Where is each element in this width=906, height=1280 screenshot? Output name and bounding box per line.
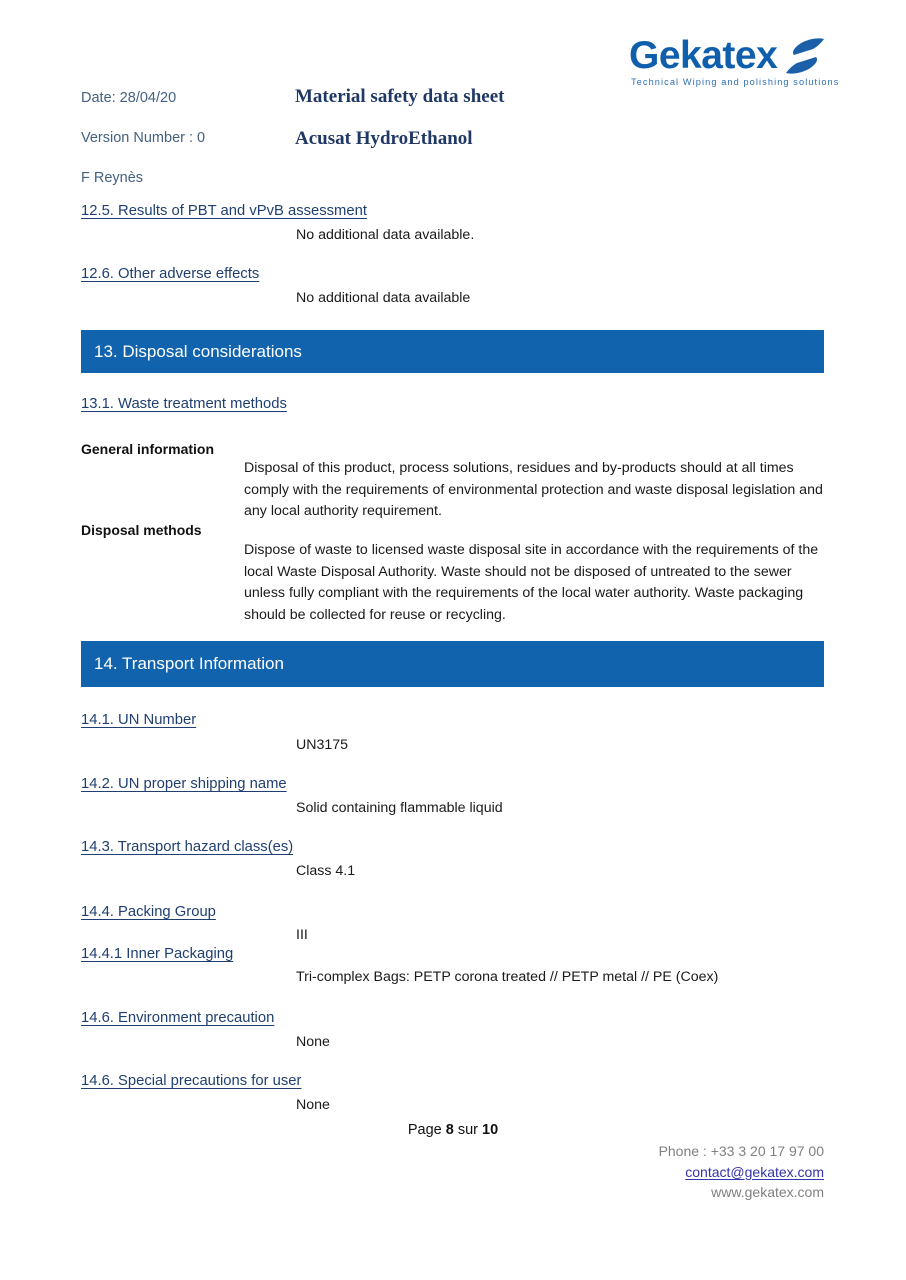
page-prefix: Page [407, 1122, 446, 1138]
heading-13-1[interactable]: 13.1. Waste treatment methods [81, 396, 287, 412]
body-14-2: Solid containing flammable liquid [296, 800, 503, 816]
gekatex-logo: Gekatex Technical Wiping and polishing s… [629, 34, 838, 96]
page-current: 8 [445, 1122, 454, 1138]
page-total: 10 [482, 1122, 499, 1138]
heading-14-3[interactable]: 14.3. Transport hazard class(es) [81, 839, 293, 855]
document-date: Date: 28/04/20 [81, 90, 177, 106]
page-number: Page 8 sur 10 [0, 1122, 906, 1138]
label-general-information: General information [81, 441, 215, 457]
footer-phone: Phone : +33 3 20 17 97 00 [658, 1143, 824, 1159]
body-14-6-special: None [296, 1097, 330, 1113]
logo-tagline: Technical Wiping and polishing solutions [631, 77, 840, 87]
footer-contact-block: Phone : +33 3 20 17 97 00 contact@gekate… [659, 1141, 824, 1203]
header-meta-column: Date: 28/04/20 Version Number : 0 F Reyn… [81, 78, 281, 198]
heading-14-6-special[interactable]: 14.6. Special precautions for user [81, 1073, 301, 1089]
heading-14-6-environment[interactable]: 14.6. Environment precaution [81, 1010, 274, 1026]
heading-14-2[interactable]: 14.2. UN proper shipping name [81, 776, 287, 792]
document-header: Date: 28/04/20 Version Number : 0 F Reyn… [81, 34, 838, 189]
section-band-14: 14. Transport Information [81, 641, 824, 687]
label-disposal-methods: Disposal methods [81, 522, 202, 538]
body-12-5: No additional data available. [296, 227, 475, 243]
heading-14-4[interactable]: 14.4. Packing Group [81, 904, 216, 920]
document-author: F Reynès [81, 170, 144, 186]
header-title-column: Material safety data sheet Acusat HydroE… [295, 76, 625, 160]
heading-14-1[interactable]: 14.1. UN Number [81, 712, 196, 728]
gekatex-swoosh-icon [783, 36, 827, 76]
body-12-6: No additional data available [296, 290, 471, 306]
text-general-information: Disposal of this product, process soluti… [244, 460, 823, 519]
body-14-3: Class 4.1 [296, 863, 356, 879]
body-14-4: III [296, 927, 308, 943]
body-14-6-environment: None [296, 1034, 330, 1050]
logo-wordmark: Gekatex [629, 34, 778, 77]
msds-page: Date: 28/04/20 Version Number : 0 F Reyn… [0, 0, 906, 1280]
heading-12-5[interactable]: 12.5. Results of PBT and vPvB assessment [81, 203, 367, 219]
text-disposal-methods: Dispose of waste to licensed waste dispo… [244, 542, 819, 623]
page-middle: sur [453, 1122, 483, 1138]
heading-12-6[interactable]: 12.6. Other adverse effects [81, 266, 259, 282]
footer-email-link[interactable]: contact@gekatex.com [659, 1162, 824, 1183]
footer-website: www.gekatex.com [711, 1184, 824, 1200]
document-title: Material safety data sheet [295, 86, 505, 107]
section-band-13: 13. Disposal considerations [81, 330, 824, 373]
heading-14-4-1[interactable]: 14.4.1 Inner Packaging [81, 946, 233, 962]
body-14-1: UN3175 [296, 737, 349, 753]
product-name: Acusat HydroEthanol [295, 128, 473, 149]
document-version: Version Number : 0 [81, 130, 206, 146]
body-14-4-1: Tri-complex Bags: PETP corona treated //… [296, 969, 719, 985]
